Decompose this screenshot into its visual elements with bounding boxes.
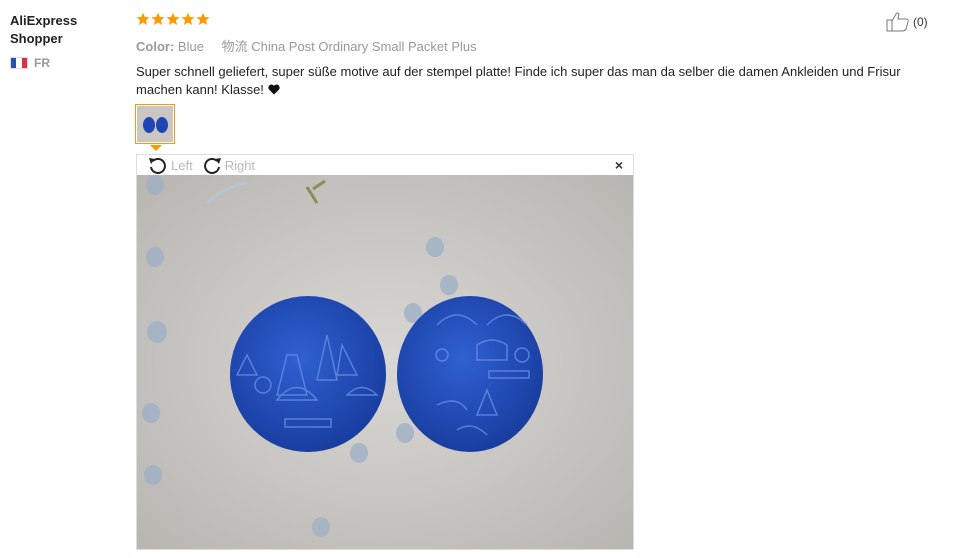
review-author: AliExpress Shopper FR bbox=[10, 12, 120, 70]
thumbnail-caret bbox=[150, 145, 162, 151]
thumbs-up-icon bbox=[886, 12, 909, 32]
image-viewer: Left Right × bbox=[136, 154, 634, 550]
country-code: FR bbox=[34, 56, 50, 70]
color-value: Blue bbox=[177, 39, 204, 54]
color-label: Color: bbox=[136, 39, 175, 54]
heart-icon bbox=[267, 84, 280, 95]
shipping-value: China Post Ordinary Small Packet Plus bbox=[251, 39, 477, 54]
france-flag-icon bbox=[10, 57, 28, 69]
star-icon bbox=[136, 12, 150, 26]
review-photo-image bbox=[137, 175, 633, 549]
rotate-right-label: Right bbox=[224, 157, 256, 173]
rotate-right-button[interactable]: Right bbox=[201, 156, 255, 174]
helpful-count: (0) bbox=[913, 15, 928, 29]
close-icon[interactable]: × bbox=[615, 157, 623, 173]
author-name: AliExpress Shopper bbox=[10, 13, 78, 46]
star-icon bbox=[151, 12, 165, 26]
rotate-left-label: Left bbox=[171, 157, 193, 173]
thumbnail-image bbox=[137, 106, 173, 142]
rotate-left-icon bbox=[149, 158, 166, 174]
review-text: Super schnell geliefert, super süße moti… bbox=[136, 63, 926, 99]
review-text-content: Super schnell geliefert, super süße moti… bbox=[136, 64, 901, 97]
helpful-button[interactable]: (0) bbox=[886, 12, 928, 32]
star-icon bbox=[196, 12, 210, 26]
review-photo-thumbnail[interactable] bbox=[135, 104, 175, 144]
author-country: FR bbox=[10, 56, 120, 70]
rotate-left-button[interactable]: Left bbox=[147, 156, 193, 174]
star-icon bbox=[181, 12, 195, 26]
shipping-label: 物流 bbox=[221, 39, 248, 54]
review-photo bbox=[137, 175, 633, 549]
viewer-toolbar: Left Right × bbox=[137, 155, 633, 175]
review-meta: Color: Blue 物流 China Post Ordinary Small… bbox=[136, 36, 936, 55]
rotate-right-icon bbox=[203, 158, 221, 174]
star-rating bbox=[136, 12, 936, 28]
review-body: Color: Blue 物流 China Post Ordinary Small… bbox=[136, 12, 936, 99]
star-icon bbox=[166, 12, 180, 26]
